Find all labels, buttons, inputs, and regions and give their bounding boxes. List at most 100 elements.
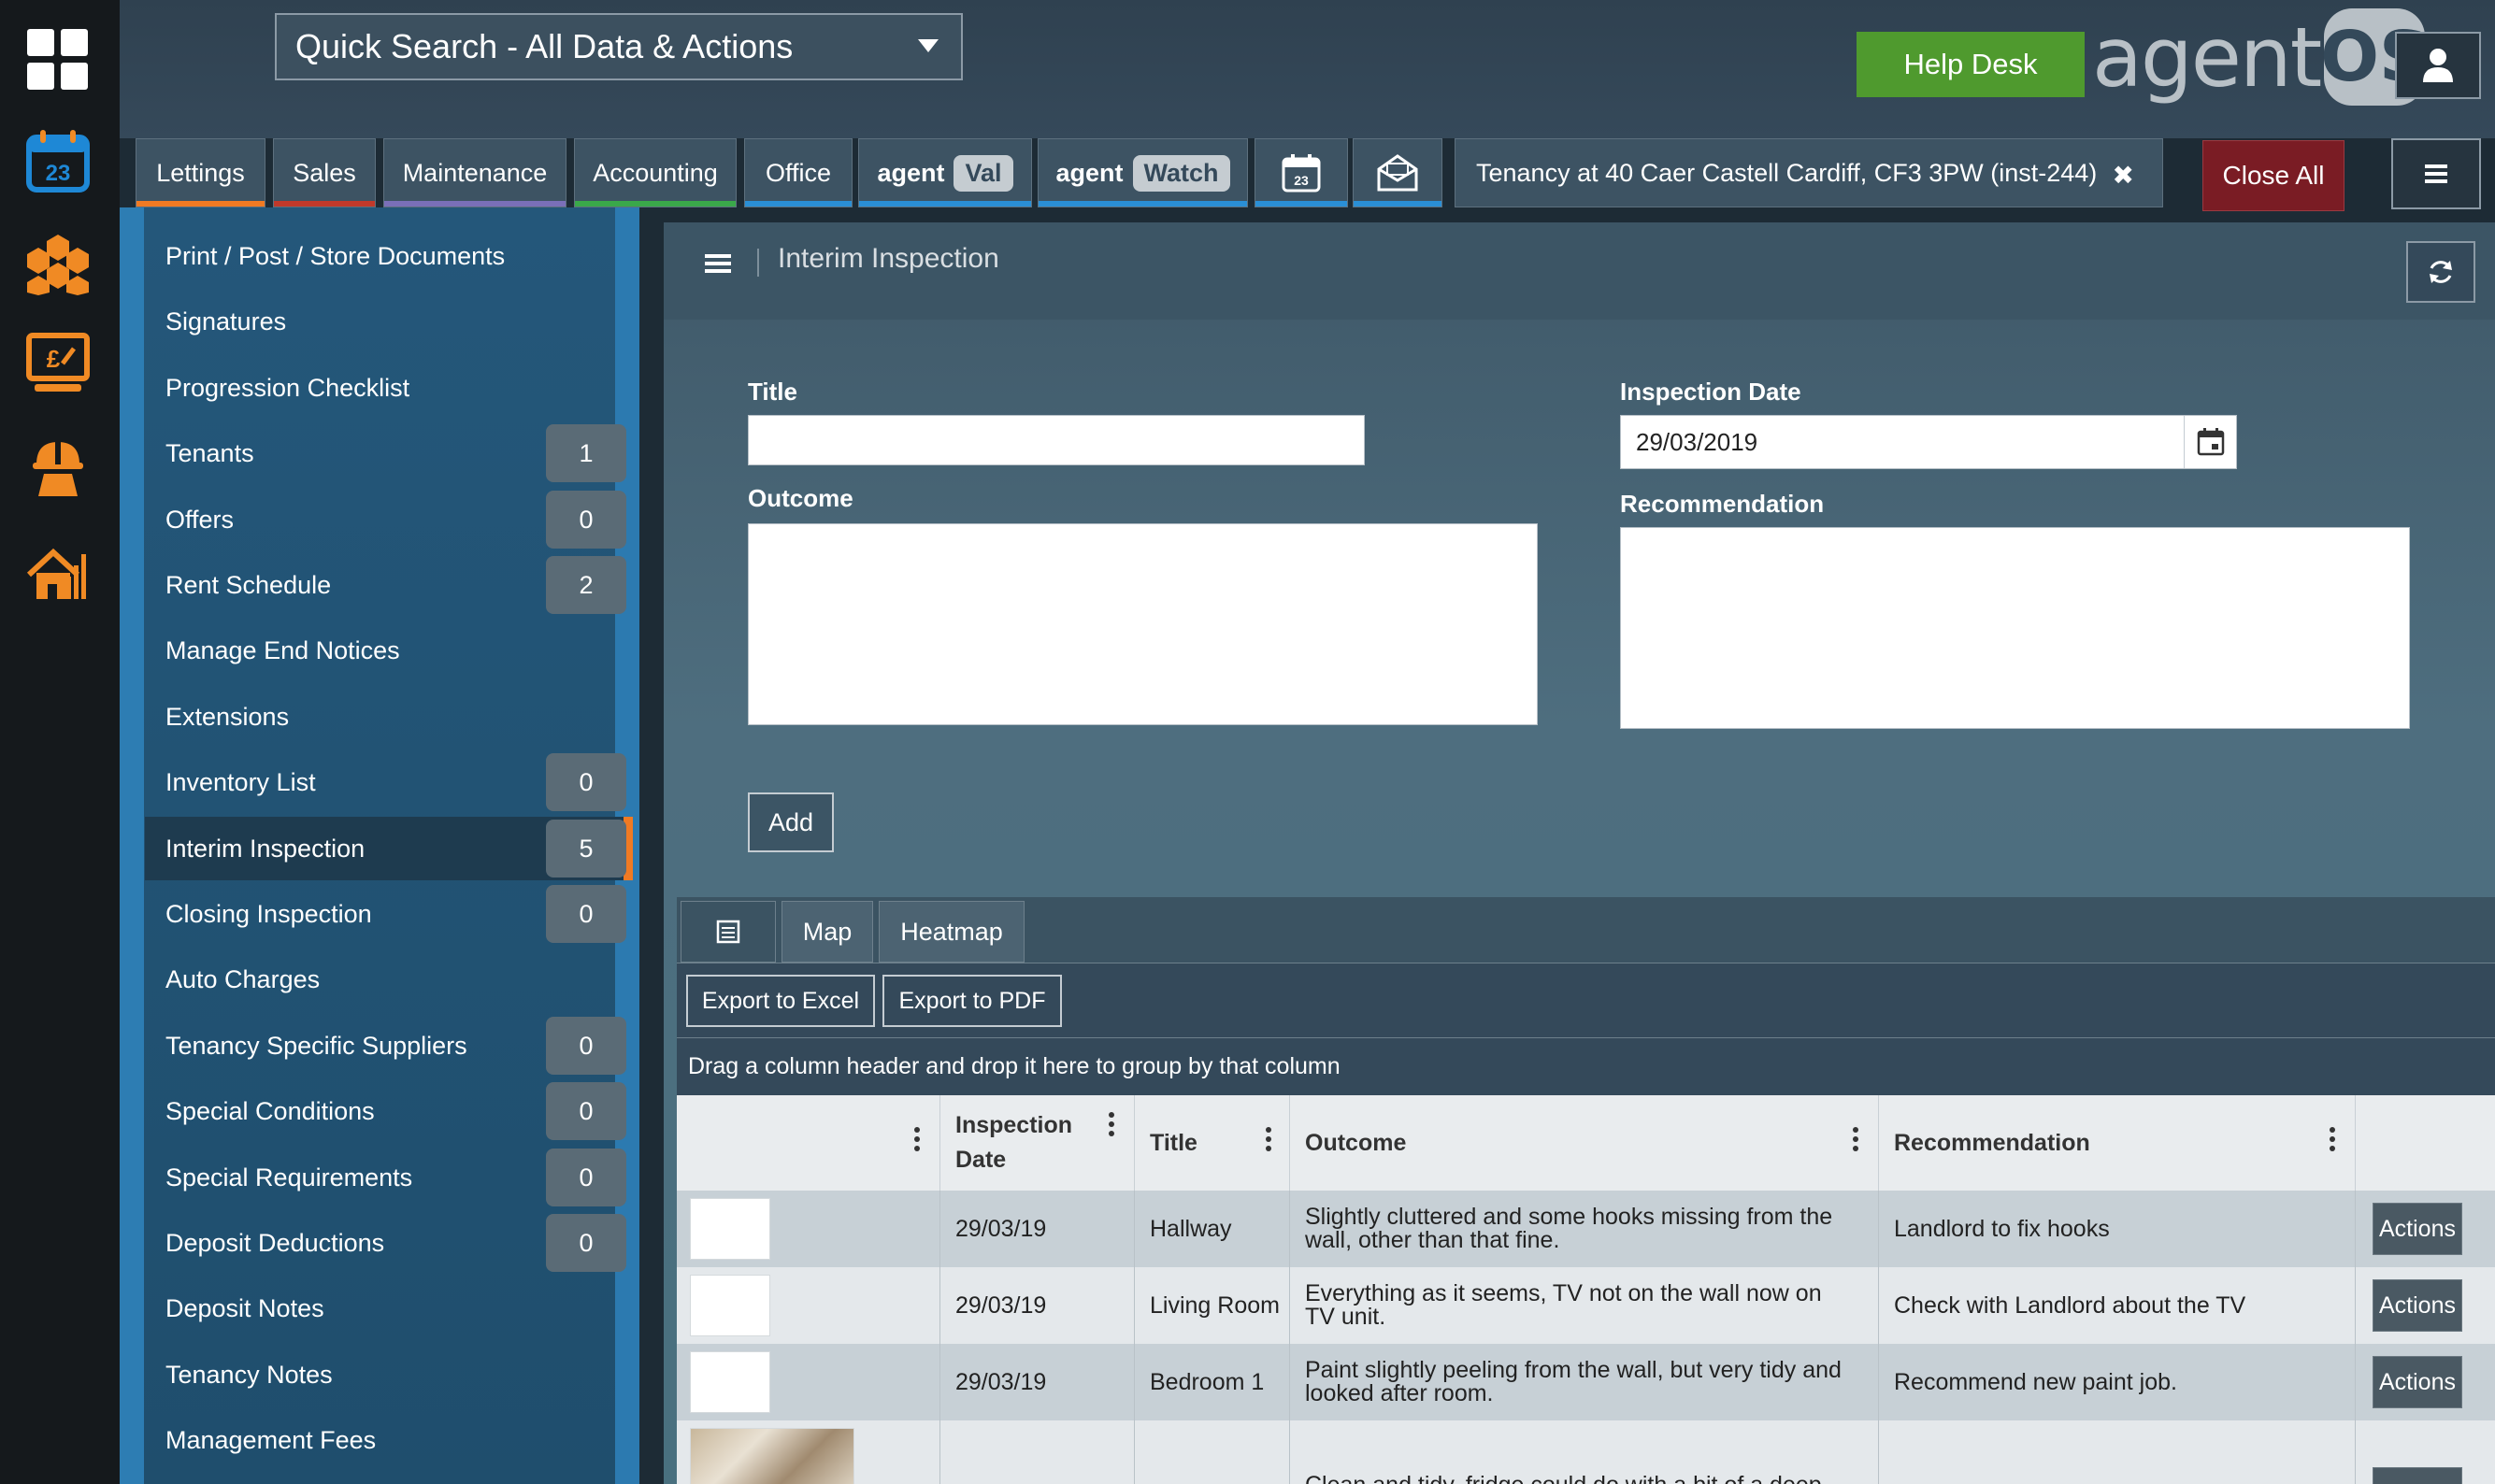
tab-label: agent (877, 158, 945, 187)
tab-mail[interactable] (1353, 138, 1442, 207)
table-cell: Paint slightly peeling from the wall, bu… (1290, 1344, 1879, 1420)
row-actions-button[interactable] (2373, 1467, 2462, 1484)
cell-title: Living Room (1150, 1291, 1280, 1319)
inspection-photo-thumbnail[interactable] (690, 1275, 770, 1336)
row-actions-button[interactable]: Actions (2373, 1203, 2462, 1255)
section-menu-icon[interactable] (705, 250, 731, 277)
inspection-date-value: 29/03/2019 (1636, 427, 1758, 456)
quick-search-dropdown[interactable]: Quick Search - All Data & Actions (275, 13, 963, 80)
column-menu-icon[interactable] (1109, 1112, 1114, 1140)
recommendation-label: Recommendation (1620, 490, 1825, 518)
sidebar-item-extensions[interactable]: Extensions (145, 685, 631, 749)
tab-agent-val[interactable]: agent Val (858, 138, 1032, 207)
app-icon-rail: 23 £ (0, 0, 120, 1484)
calendar-icon: 23 (1282, 154, 1321, 193)
tab-label: Sales (293, 158, 356, 187)
recommendation-textarea[interactable] (1620, 527, 2410, 729)
user-profile-button[interactable] (2395, 32, 2481, 99)
sidebar-item-management-fees[interactable]: Management Fees (145, 1408, 631, 1472)
table-row[interactable]: 29/03/19 Bedroom 1 Paint slightly peeling … (677, 1344, 2495, 1420)
table-cell (940, 1420, 1135, 1484)
help-desk-button[interactable]: Help Desk (1857, 32, 2085, 97)
table-cell: Hallway (1135, 1191, 1290, 1267)
close-icon[interactable]: ✖ (2113, 160, 2134, 191)
tab-lettings[interactable]: Lettings (136, 138, 265, 207)
column-menu-icon[interactable] (1853, 1127, 1858, 1155)
cell-outcome: Slightly cluttered and some hooks missin… (1305, 1204, 1833, 1253)
column-header-image[interactable] (677, 1095, 940, 1191)
quick-search-label: Quick Search - All Data & Actions (295, 27, 794, 65)
open-record-tab[interactable]: Tenancy at 40 Caer Castell Cardiff, CF3 … (1455, 138, 2163, 207)
sidebar-item-auto-charges[interactable]: Auto Charges (145, 948, 631, 1011)
sidebar-item-progression-checklist[interactable]: Progression Checklist (145, 356, 631, 420)
tab-calendar[interactable]: 23 (1255, 138, 1348, 207)
tab-heatmap-view[interactable]: Heatmap (879, 901, 1025, 963)
sidebar-item-deposit-notes[interactable]: Deposit Notes (145, 1277, 631, 1340)
table-row[interactable]: 29/03/19 Living Room Everything as it seem… (677, 1267, 2495, 1344)
sidebar-item-manage-end-notices[interactable]: Manage End Notices (145, 619, 631, 682)
main-menu-button[interactable] (2391, 138, 2481, 209)
header-divider (757, 249, 759, 277)
cell-date: 29/03/19 (955, 1368, 1047, 1395)
sidebar-item-label: Extensions (165, 702, 290, 731)
finance-presentation-icon[interactable]: £ (24, 331, 92, 398)
tab-list-view[interactable] (681, 901, 776, 963)
export-pdf-button[interactable]: Export to PDF (882, 975, 1062, 1027)
column-menu-icon[interactable] (914, 1127, 920, 1155)
tab-accounting[interactable]: Accounting (574, 138, 737, 207)
sidebar-item-label: Deposit Deductions (165, 1228, 385, 1257)
tab-label: Maintenance (402, 158, 548, 187)
tab-agent-watch[interactable]: agent Watch (1038, 138, 1248, 207)
row-actions-button[interactable]: Actions (2373, 1356, 2462, 1408)
inspection-date-input[interactable]: 29/03/2019 (1620, 415, 2237, 469)
add-button[interactable]: Add (748, 792, 834, 852)
top-header: Quick Search - All Data & Actions Help D… (120, 0, 2495, 138)
count-badge: 0 (546, 1214, 626, 1272)
maintenance-worker-icon[interactable] (24, 434, 92, 501)
sidebar-item-label: Manage End Notices (165, 635, 400, 664)
column-header-title[interactable]: Title (1135, 1095, 1290, 1191)
column-menu-icon[interactable] (1266, 1127, 1271, 1155)
cell-outcome: Everything as it seems, TV not on the wa… (1305, 1280, 1822, 1330)
honeycomb-icon[interactable] (24, 230, 92, 297)
refresh-button[interactable] (2406, 241, 2475, 303)
cell-date: 29/03/19 (955, 1215, 1047, 1242)
cell-outcome: Paint slightly peeling from the wall, bu… (1305, 1357, 1842, 1406)
inspection-photo-thumbnail[interactable] (690, 1428, 854, 1484)
tab-sales[interactable]: Sales (273, 138, 376, 207)
outcome-textarea[interactable] (748, 523, 1538, 725)
cell-recommendation: Landlord to fix hooks (1894, 1215, 2110, 1242)
date-picker-button[interactable] (2184, 416, 2236, 468)
tab-label: Lettings (156, 158, 245, 187)
close-all-button[interactable]: Close All (2202, 140, 2344, 211)
count-badge: 0 (546, 1082, 626, 1140)
table-row[interactable]: Clean and tidy, fridge could do with a b… (677, 1420, 2495, 1484)
table-row[interactable]: 29/03/19 Hallway Slightly cluttered and so… (677, 1191, 2495, 1267)
dashboard-grid-icon[interactable] (24, 26, 92, 93)
inspection-photo-thumbnail[interactable] (690, 1198, 770, 1260)
column-menu-icon[interactable] (2330, 1127, 2335, 1155)
sidebar-item-label: Auto Charges (165, 964, 321, 993)
property-chart-icon[interactable] (24, 536, 92, 604)
export-excel-button[interactable]: Export to Excel (686, 975, 875, 1027)
tab-office[interactable]: Office (744, 138, 853, 207)
group-by-drop-zone[interactable]: Drag a column header and drop it here to… (677, 1037, 2495, 1095)
tab-map-view[interactable]: Map (781, 901, 873, 963)
sidebar-item-print-post-store-documents[interactable]: Print / Post / Store Documents (145, 224, 631, 288)
table-cell: Check with Landlord about the TV (1879, 1267, 2356, 1344)
table-cell (1879, 1420, 2356, 1484)
tab-label: agent (1055, 158, 1124, 187)
cell-outcome: Clean and tidy, fridge could do with a b… (1305, 1474, 1847, 1484)
title-input[interactable] (748, 415, 1365, 465)
column-header-recommendation[interactable]: Recommendation (1879, 1095, 2356, 1191)
inspection-photo-thumbnail[interactable] (690, 1351, 770, 1413)
sidebar-item-label: Rent Schedule (165, 570, 332, 599)
table-cell: 29/03/19 (940, 1267, 1135, 1344)
column-header-outcome[interactable]: Outcome (1290, 1095, 1879, 1191)
sidebar-item-tenancy-notes[interactable]: Tenancy Notes (145, 1343, 631, 1406)
calendar-icon[interactable]: 23 (24, 127, 92, 194)
column-header-inspection-date[interactable]: Inspection Date (940, 1095, 1135, 1191)
row-actions-button[interactable]: Actions (2373, 1279, 2462, 1332)
tab-maintenance[interactable]: Maintenance (383, 138, 566, 207)
sidebar-item-signatures[interactable]: Signatures (145, 290, 631, 353)
